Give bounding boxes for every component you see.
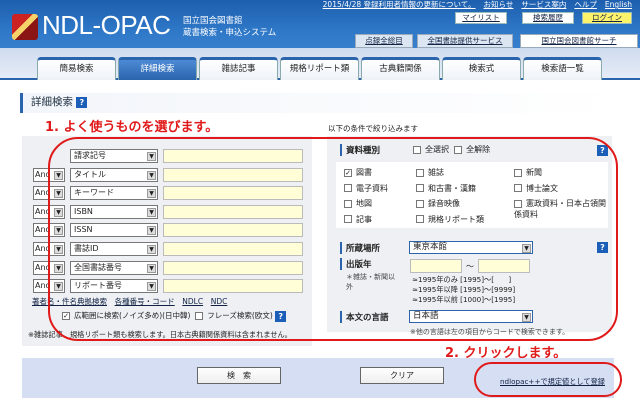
- tab-rare-books[interactable]: 古典籍関係: [361, 57, 440, 80]
- annotation-highlight: [48, 137, 618, 341]
- page-title-text: 詳細検索: [31, 96, 73, 108]
- filter-intro: 以下の条件で絞り込みます: [328, 124, 418, 133]
- notice-link[interactable]: お知らせ: [484, 0, 514, 9]
- ndl-search-link[interactable]: 国立国会図書館サーチ: [520, 34, 638, 48]
- clear-button[interactable]: クリア: [360, 367, 444, 384]
- search-button[interactable]: 検 索: [197, 367, 281, 384]
- page-title: 詳細検索 ?: [20, 93, 620, 113]
- logo-subtitle: 国立国会図書館蔵書検索・申込システム: [183, 15, 276, 39]
- tab-advanced-search[interactable]: 詳細検索: [118, 57, 197, 80]
- english-link[interactable]: English: [605, 0, 632, 9]
- catalog-link[interactable]: 点録全総目: [355, 34, 413, 48]
- tab-reports[interactable]: 規格リポート類: [280, 57, 359, 80]
- tab-query[interactable]: 検索式: [442, 57, 521, 80]
- ndl-logo-icon: [12, 14, 38, 40]
- tab-term-list[interactable]: 検索語一覧: [523, 57, 602, 80]
- news-update-link[interactable]: 2015/4/28 登録利用者情報の更新について。: [323, 0, 476, 9]
- tab-journal-articles[interactable]: 雑誌記事: [199, 57, 278, 80]
- logo-text: NDL-OPAC: [42, 10, 171, 40]
- service-link[interactable]: サービス案内: [521, 0, 566, 9]
- mylist-button[interactable]: マイリスト: [455, 12, 507, 24]
- history-button[interactable]: 検索履歴: [522, 12, 574, 24]
- logo-sub2: 蔵書検索・申込システム: [183, 28, 277, 38]
- logo-sub1: 国立国会図書館: [183, 16, 243, 26]
- annotation-1: 1. よく使うものを選びます。: [45, 120, 219, 135]
- tab-simple-search[interactable]: 簡易検索: [37, 57, 116, 80]
- help-link[interactable]: ヘルプ: [574, 0, 597, 9]
- help-icon[interactable]: ?: [76, 96, 88, 108]
- top-links: 2015/4/28 登録利用者情報の更新について。 お知らせ サービス案内 ヘルプ En…: [315, 0, 632, 10]
- login-button[interactable]: ログイン: [582, 12, 632, 24]
- annotation-highlight: [474, 362, 622, 397]
- biblio-service-link[interactable]: 全国書誌提供サービス: [417, 34, 513, 48]
